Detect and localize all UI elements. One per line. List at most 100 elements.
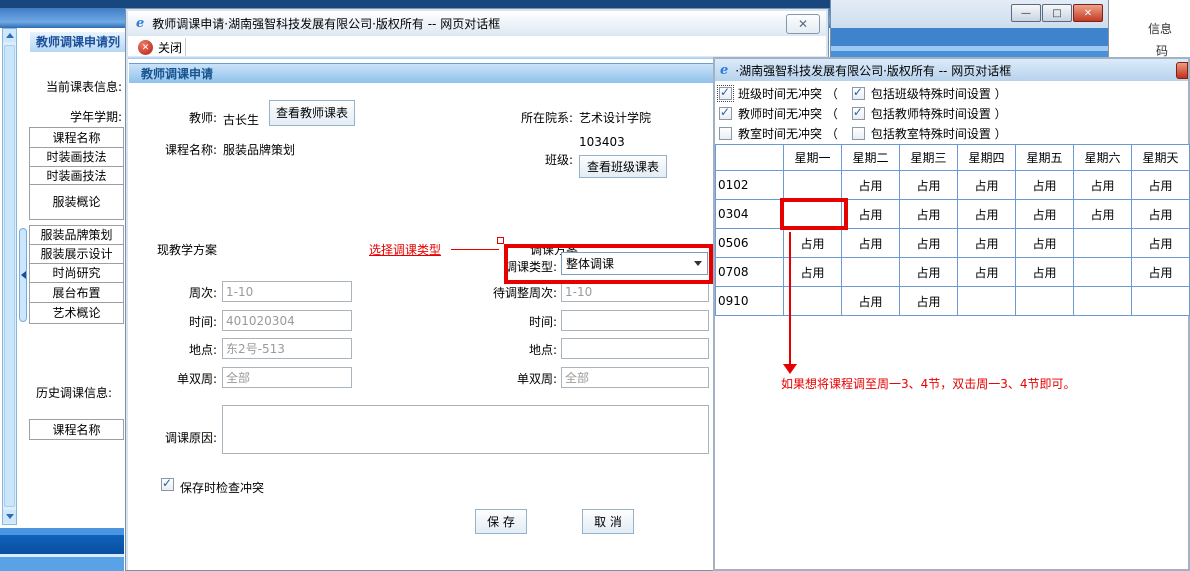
day-header: 星期一 xyxy=(784,145,842,171)
filter-row-class: ✓ 班级时间无冲突 （ ✓ 包括班级特殊时间设置 ） xyxy=(719,85,1007,101)
course-list-item[interactable]: 艺术概论 xyxy=(29,302,124,324)
course-list-item[interactable]: 服装品牌策划 xyxy=(29,225,124,245)
room-conflict-checkbox[interactable] xyxy=(719,127,732,140)
schedule-cell[interactable]: 占用 xyxy=(900,229,958,258)
period-label: 0506 xyxy=(716,229,784,258)
schedule-cell[interactable]: 占用 xyxy=(1016,171,1074,200)
schedule-cell[interactable]: 占用 xyxy=(1016,258,1074,287)
schedule-cell[interactable]: 占用 xyxy=(958,229,1016,258)
schedule-cell[interactable]: 占用 xyxy=(958,171,1016,200)
close-icon: ✕ xyxy=(1084,8,1092,19)
schedule-cell[interactable] xyxy=(842,258,900,287)
schedule-cell[interactable]: 占用 xyxy=(1132,229,1190,258)
main-dialog-toolbar xyxy=(128,36,826,57)
class-conflict-label: 班级时间无冲突 （ xyxy=(738,85,838,102)
main-dialog-title: 教师调课申请·湖南强智科技发展有限公司·版权所有 -- 网页对话框 xyxy=(152,15,786,32)
reason-textarea[interactable] xyxy=(222,405,709,454)
schedule-cell[interactable]: 占用 xyxy=(900,171,958,200)
schedule-cell[interactable]: 占用 xyxy=(784,258,842,287)
schedule-cell[interactable]: 占用 xyxy=(1074,171,1132,200)
schedule-cell[interactable]: 占用 xyxy=(842,171,900,200)
main-dialog-close-button[interactable]: ✕ xyxy=(786,14,820,34)
room-special-label: 包括教室特殊时间设置 ） xyxy=(871,125,1007,142)
room-special-checkbox[interactable] xyxy=(852,127,865,140)
schedule-cell[interactable] xyxy=(784,287,842,316)
minimize-button[interactable]: — xyxy=(1011,4,1041,22)
place-label: 地点: xyxy=(131,341,217,358)
page-link-fragment[interactable]: 信息 xyxy=(1148,20,1172,37)
schedule-cell[interactable]: 占用 xyxy=(1132,258,1190,287)
view-teacher-schedule-button[interactable]: 查看教师课表 xyxy=(269,100,355,126)
schedule-cell[interactable]: 占用 xyxy=(900,287,958,316)
course-list-item[interactable]: 时装画技法 xyxy=(29,147,124,167)
schedule-cell[interactable]: 占用 xyxy=(784,229,842,258)
odd-even-input[interactable] xyxy=(222,367,352,388)
scroll-up-button[interactable] xyxy=(3,29,16,42)
schedule-cell[interactable]: 占用 xyxy=(842,229,900,258)
schedule-header-row: 星期一 星期二 星期三 星期四 星期五 星期六 星期天 xyxy=(716,145,1190,171)
scroll-down-button[interactable] xyxy=(3,510,16,523)
panel-collapse-handle[interactable] xyxy=(19,228,27,322)
schedule-cell[interactable]: 占用 xyxy=(842,200,900,229)
window-close-button[interactable]: ✕ xyxy=(1073,4,1103,22)
annotation-select-type: 选择调课类型 xyxy=(369,241,441,258)
schedule-cell[interactable]: 占用 xyxy=(1132,200,1190,229)
semester-label: 学年学期: xyxy=(30,108,122,125)
schedule-cell[interactable] xyxy=(1074,229,1132,258)
schedule-table: 星期一 星期二 星期三 星期四 星期五 星期六 星期天 0102 占用 占用 占… xyxy=(715,144,1190,316)
target-weeks-input[interactable] xyxy=(561,281,709,302)
class-special-checkbox[interactable]: ✓ xyxy=(852,87,865,100)
course-list-item[interactable]: 时尚研究 xyxy=(29,263,124,283)
weeks-input[interactable] xyxy=(222,281,352,302)
time-input[interactable] xyxy=(222,310,352,331)
schedule-cell[interactable]: 占用 xyxy=(1074,200,1132,229)
schedule-cell[interactable] xyxy=(1132,287,1190,316)
corner-cell xyxy=(716,145,784,171)
schedule-cell[interactable] xyxy=(1016,287,1074,316)
day-header: 星期五 xyxy=(1016,145,1074,171)
schedule-cell[interactable] xyxy=(1074,258,1132,287)
weeks-label: 周次: xyxy=(131,284,217,301)
place-input[interactable] xyxy=(222,338,352,359)
course-list-item[interactable]: 服装展示设计 xyxy=(29,244,124,264)
target-time-input[interactable] xyxy=(561,310,709,331)
course-list-item[interactable]: 展台布置 xyxy=(29,282,124,303)
cancel-button[interactable]: 取 消 xyxy=(582,509,634,534)
class-conflict-checkbox[interactable]: ✓ xyxy=(719,87,732,100)
schedule-cell[interactable]: 占用 xyxy=(958,258,1016,287)
schedule-row: 0910 占用 占用 xyxy=(716,287,1190,316)
conflict-dialog: e ·湖南强智科技发展有限公司·版权所有 -- 网页对话框 ✓ 班级时间无冲突 … xyxy=(713,57,1190,571)
toolbar-close-button[interactable]: ✕ 关闭 xyxy=(138,39,182,56)
schedule-cell[interactable]: 占用 xyxy=(900,200,958,229)
check-conflict-checkbox[interactable]: ✓ xyxy=(161,478,174,491)
schedule-cell[interactable]: 占用 xyxy=(958,200,1016,229)
target-place-input[interactable] xyxy=(561,338,709,359)
conflict-dialog-title: ·湖南强智科技发展有限公司·版权所有 -- 网页对话框 xyxy=(735,62,1176,79)
schedule-cell[interactable] xyxy=(1074,287,1132,316)
day-header: 星期三 xyxy=(900,145,958,171)
schedule-cell[interactable]: 占用 xyxy=(1132,171,1190,200)
schedule-cell[interactable]: 占用 xyxy=(1016,229,1074,258)
course-list-item[interactable]: 时装画技法 xyxy=(29,166,124,185)
schedule-cell[interactable] xyxy=(958,287,1016,316)
close-icon: ✕ xyxy=(798,18,808,30)
day-header: 星期天 xyxy=(1132,145,1190,171)
scroll-thumb[interactable] xyxy=(4,45,15,507)
course-list-item[interactable]: 服装概论 xyxy=(29,184,124,220)
schedule-cell[interactable] xyxy=(784,171,842,200)
check-conflict-label: 保存时检查冲突 xyxy=(180,479,264,496)
ie-icon: e xyxy=(720,64,728,77)
save-button[interactable]: 保 存 xyxy=(475,509,527,534)
schedule-cell[interactable]: 占用 xyxy=(1016,200,1074,229)
teacher-conflict-checkbox[interactable]: ✓ xyxy=(719,107,732,120)
view-class-schedule-button[interactable]: 查看班级课表 xyxy=(579,155,667,178)
restore-button[interactable]: □ xyxy=(1042,4,1072,22)
schedule-cell[interactable]: 占用 xyxy=(900,258,958,287)
target-odd-even-input[interactable] xyxy=(561,367,709,388)
toolbar-divider xyxy=(185,38,186,56)
conflict-dialog-close-button[interactable] xyxy=(1176,62,1188,79)
target-time-label: 时间: xyxy=(451,313,557,330)
target-place-label: 地点: xyxy=(451,341,557,358)
teacher-special-checkbox[interactable]: ✓ xyxy=(852,107,865,120)
schedule-cell[interactable]: 占用 xyxy=(842,287,900,316)
